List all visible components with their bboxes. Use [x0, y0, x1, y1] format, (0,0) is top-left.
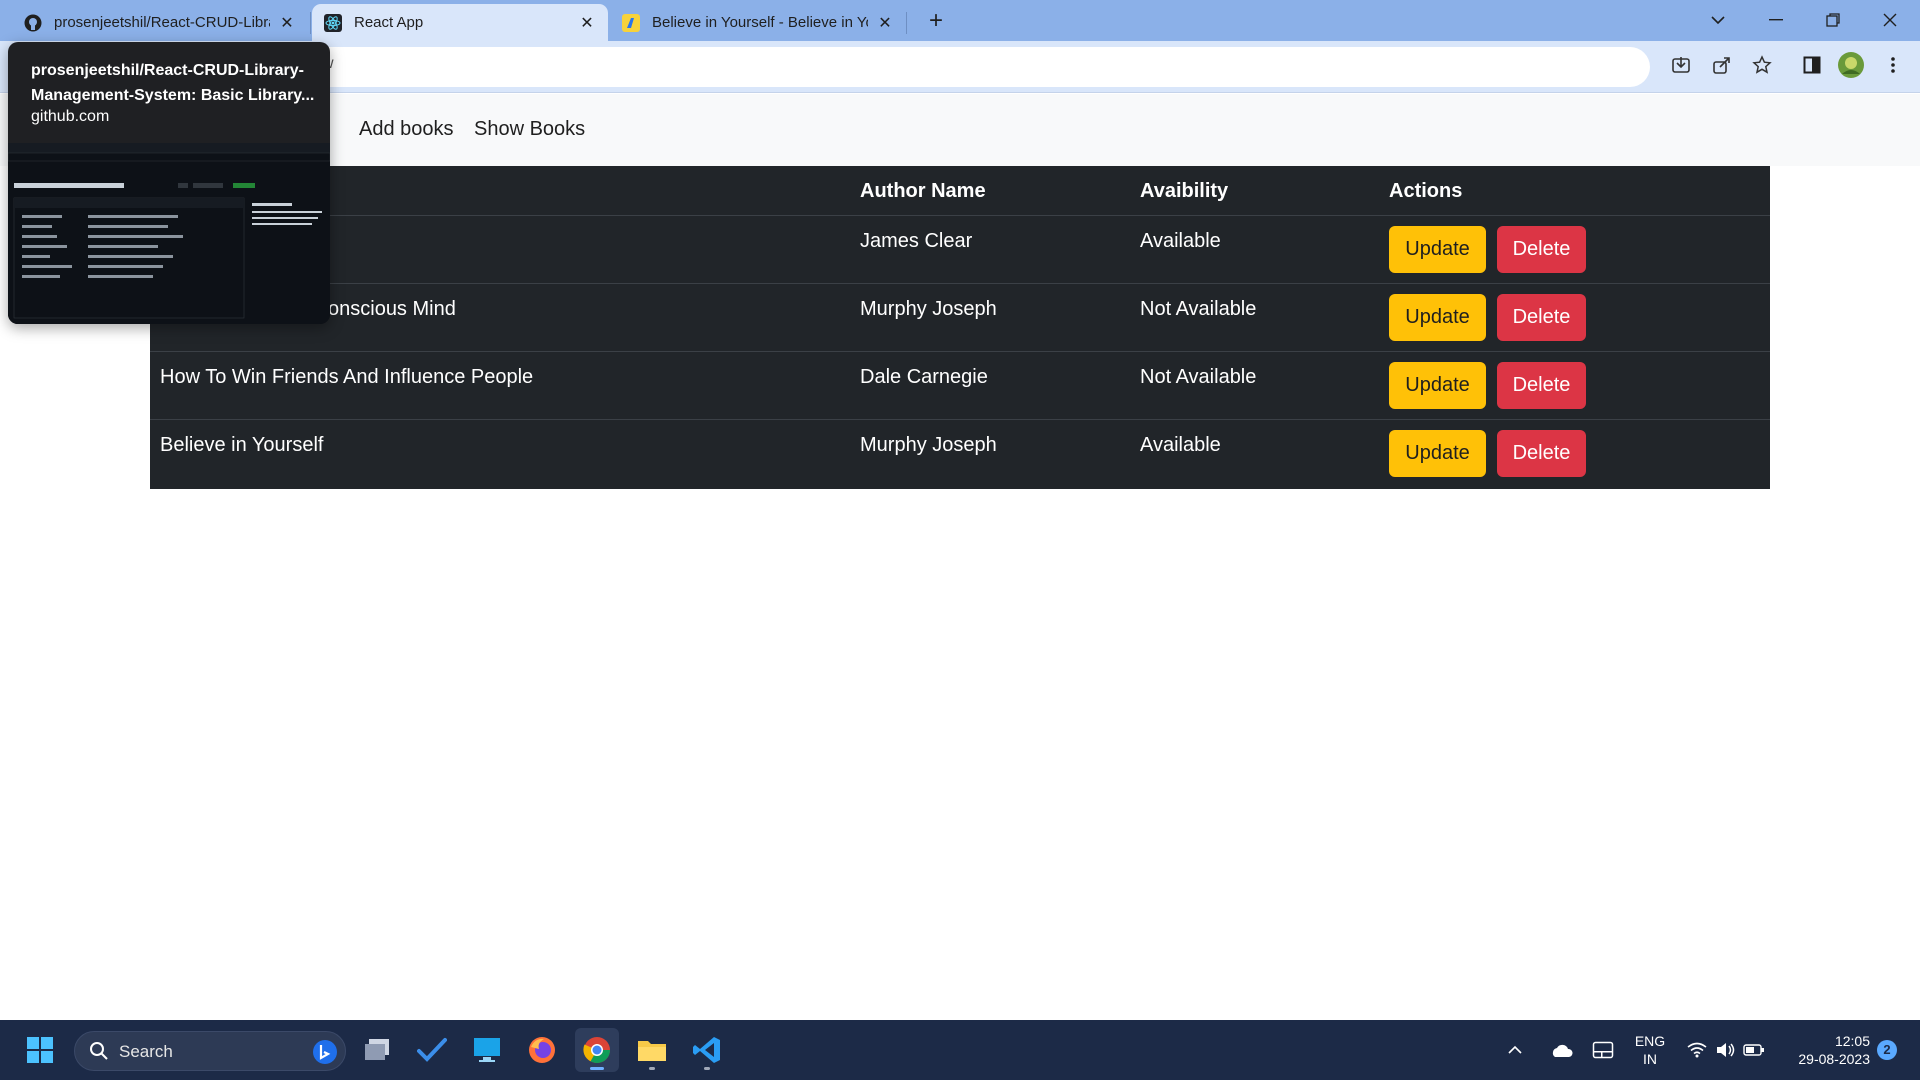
install-app-icon[interactable]: [1668, 52, 1694, 78]
update-button[interactable]: Update: [1389, 294, 1486, 341]
tab-title: Believe in Yourself - Believe in Yoursel…: [652, 14, 868, 31]
close-icon[interactable]: ✕: [278, 14, 296, 32]
book-title: How To Win Friends And Influence People: [160, 366, 534, 388]
more-menu-icon[interactable]: [1880, 52, 1906, 78]
volume-icon[interactable]: [1711, 1028, 1739, 1072]
delete-button[interactable]: Delete: [1497, 362, 1586, 409]
side-panel-icon[interactable]: [1799, 52, 1825, 78]
book-author: Dale Carnegie: [860, 366, 988, 388]
tab-search-icon[interactable]: [1700, 6, 1736, 34]
header-availability: Avaibility: [1140, 180, 1229, 202]
task-view-icon[interactable]: [355, 1028, 399, 1072]
book-title: onscious Mind: [328, 298, 456, 320]
tab-hover-card: prosenjeetshil/React-CRUD-Library-Manage…: [8, 42, 330, 324]
language-indicator[interactable]: ENG IN: [1630, 1032, 1670, 1068]
table-row: How To Win Friends And Influence People …: [150, 352, 1770, 420]
windows-start-icon[interactable]: [18, 1028, 62, 1072]
taskbar-search-box[interactable]: Search: [74, 1031, 346, 1071]
clock-date: 29-08-2023: [1798, 1051, 1870, 1067]
language-code: ENG: [1634, 1033, 1666, 1049]
firefox-icon[interactable]: [520, 1028, 564, 1072]
book-title: Believe in Yourself: [160, 434, 324, 456]
close-icon[interactable]: ✕: [876, 14, 894, 32]
close-window-icon[interactable]: [1872, 6, 1908, 34]
tab-github[interactable]: prosenjeetshil/React-CRUD-Library-Manage…: [12, 4, 308, 41]
delete-button[interactable]: Delete: [1497, 430, 1586, 477]
book-author: Murphy Joseph: [860, 434, 997, 456]
book-availability: Available: [1140, 230, 1221, 252]
tab-divider: [906, 12, 907, 34]
battery-icon[interactable]: [1740, 1028, 1768, 1072]
notification-badge[interactable]: 2: [1877, 1040, 1897, 1060]
file-explorer-icon[interactable]: [630, 1028, 674, 1072]
book-author: Murphy Joseph: [860, 298, 997, 320]
windows-taskbar: Search ENG IN 12:05 29-08-2023 2: [0, 1020, 1920, 1080]
running-app-indicator: [649, 1067, 655, 1070]
running-app-indicator: [704, 1067, 710, 1070]
region-code: IN: [1643, 1051, 1657, 1067]
header-author-name: Author Name: [860, 180, 986, 202]
tab-title: React App: [354, 14, 424, 31]
table-row: James Clear Available Update Delete: [150, 216, 1770, 284]
update-button[interactable]: Update: [1389, 362, 1486, 409]
update-button[interactable]: Update: [1389, 226, 1486, 273]
vscode-icon[interactable]: [685, 1028, 729, 1072]
search-icon: [89, 1041, 109, 1066]
books-table: Author Name Avaibility Actions James Cle…: [150, 166, 1770, 489]
show-hidden-icons-chevron[interactable]: [1500, 1028, 1530, 1072]
tablet-mode-icon[interactable]: [1588, 1028, 1618, 1072]
wifi-icon[interactable]: [1683, 1028, 1711, 1072]
minimize-icon[interactable]: [1758, 6, 1794, 34]
profile-avatar[interactable]: [1838, 52, 1864, 78]
table-row: Believe in Yourself Murphy Joseph Availa…: [150, 420, 1770, 488]
tab-divider: [310, 12, 311, 34]
header-actions: Actions: [1389, 180, 1463, 202]
notification-count: 2: [1883, 1042, 1891, 1057]
book-availability: Not Available: [1140, 366, 1257, 388]
table-row: onscious Mind Murphy Joseph Not Availabl…: [150, 284, 1770, 352]
table-header: Author Name Avaibility Actions: [150, 166, 1770, 216]
delete-button[interactable]: Delete: [1497, 226, 1586, 273]
book-author: James Clear: [860, 230, 973, 252]
search-label: Search: [119, 1042, 173, 1061]
close-icon[interactable]: ✕: [578, 14, 596, 32]
clock-time: 12:05: [1834, 1033, 1870, 1049]
flipkart-icon: [622, 13, 640, 32]
github-icon: [24, 14, 42, 32]
chrome-icon[interactable]: [575, 1028, 619, 1072]
browser-tab-strip: prosenjeetshil/React-CRUD-Library-Manage…: [0, 0, 1920, 41]
hover-card-domain: github.com: [31, 108, 110, 125]
active-app-indicator: [590, 1067, 604, 1070]
todo-icon[interactable]: [410, 1028, 454, 1072]
bookmark-star-icon[interactable]: [1749, 52, 1775, 78]
tab-title: prosenjeetshil/React-CRUD-Library-Manage…: [54, 14, 270, 31]
book-availability: Available: [1140, 434, 1221, 456]
delete-button[interactable]: Delete: [1497, 294, 1586, 341]
address-bar[interactable]: w: [150, 47, 1650, 87]
remote-desktop-icon[interactable]: [465, 1028, 509, 1072]
tab-react-app[interactable]: React App ✕: [312, 4, 608, 41]
share-icon[interactable]: [1709, 52, 1735, 78]
update-button[interactable]: Update: [1389, 430, 1486, 477]
restore-icon[interactable]: [1815, 6, 1851, 34]
bing-icon: [311, 1038, 339, 1071]
nav-add-books[interactable]: Add books: [359, 118, 454, 141]
book-availability: Not Available: [1140, 298, 1257, 320]
tab-preview-thumbnail: [8, 143, 330, 324]
clock[interactable]: 12:05 29-08-2023: [1782, 1032, 1870, 1068]
tab-believe-in-yourself[interactable]: Believe in Yourself - Believe in Yoursel…: [610, 4, 906, 41]
react-icon: [324, 13, 342, 32]
new-tab-button[interactable]: +: [922, 8, 950, 36]
hover-card-title: prosenjeetshil/React-CRUD-Library-Manage…: [31, 62, 315, 104]
onedrive-icon[interactable]: [1546, 1028, 1576, 1072]
nav-show-books[interactable]: Show Books: [474, 118, 585, 141]
